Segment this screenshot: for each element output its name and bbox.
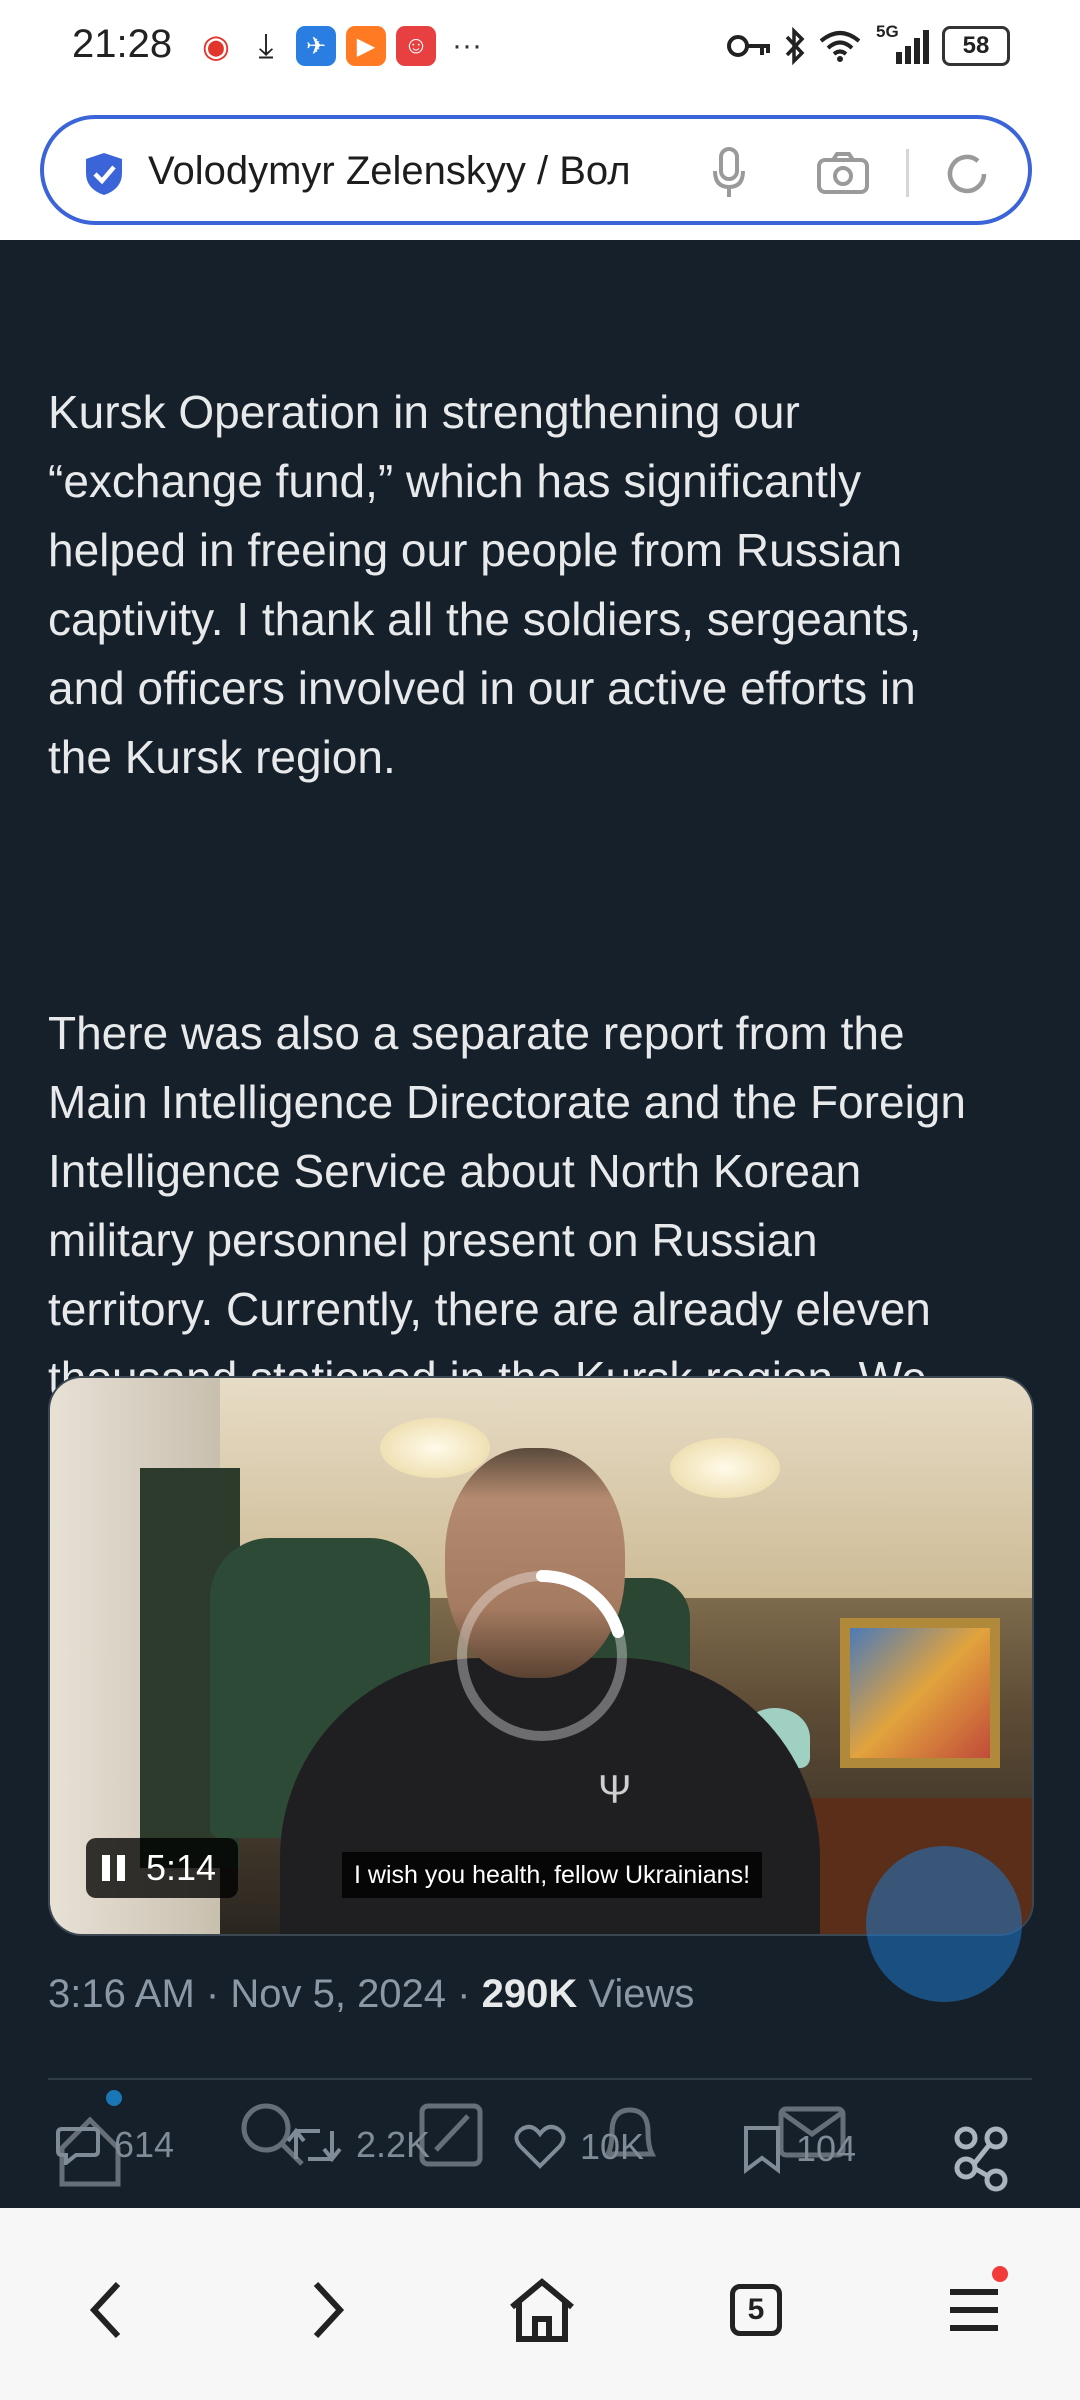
news-app-icon: ☺ xyxy=(396,26,436,66)
video-player[interactable]: Ψ 5:14 I wish you health, fellow Ukraini… xyxy=(48,1376,1034,1936)
browser-toolbar: Volodymyr Zelenskyy / Вол xyxy=(0,105,1080,240)
weibo-icon: ◉ xyxy=(196,26,236,66)
tweet-paragraph-1: Kursk Operation in strengthening our “ex… xyxy=(48,386,922,783)
page-title[interactable]: Volodymyr Zelenskyy / Вол xyxy=(148,149,718,199)
bookmark-count: 104 xyxy=(796,2128,857,2169)
heart-icon xyxy=(514,2124,566,2169)
tweet-date[interactable]: Nov 5, 2024 xyxy=(230,1972,446,2016)
chevron-left-icon xyxy=(89,2281,121,2339)
divider-line xyxy=(48,2078,1032,2080)
views-count: 290K xyxy=(481,1972,578,2016)
chevron-right-icon xyxy=(313,2281,345,2339)
share-button[interactable] xyxy=(950,2124,1020,2194)
tweet-time[interactable]: 3:16 AM xyxy=(48,1972,195,2016)
wifi-icon xyxy=(819,31,861,62)
more-notifications-icon: ··· xyxy=(452,29,482,62)
loading-spinner-icon xyxy=(457,1570,627,1741)
menu-button[interactable] xyxy=(934,2266,1014,2350)
notification-icons: ◉ ⤓ ✈ ▶ ☺ ··· xyxy=(196,26,482,66)
tabs-button[interactable]: 5 xyxy=(716,2270,796,2350)
video-subtitle: I wish you health, fellow Ukrainians! xyxy=(342,1852,763,1898)
tabs-count: 5 xyxy=(730,2284,782,2336)
download-icon: ⤓ xyxy=(246,26,286,66)
playback-control[interactable]: 5:14 xyxy=(86,1838,238,1898)
camera-icon[interactable] xyxy=(816,151,870,195)
meta-separator: · xyxy=(457,1972,471,2016)
chandelier xyxy=(670,1438,780,1498)
status-time: 21:28 xyxy=(72,22,173,66)
status-bar: 21:28 ◉ ⤓ ✈ ▶ ☺ ··· 5G 58 xyxy=(0,0,1080,105)
video-duration: 5:14 xyxy=(146,1847,217,1888)
pause-icon[interactable] xyxy=(102,1855,126,1881)
repost-count: 2.2K xyxy=(356,2124,431,2165)
bird-app-icon: ✈ xyxy=(296,26,336,66)
hamburger-menu-icon xyxy=(950,2289,998,2331)
chandelier xyxy=(380,1418,490,1478)
bookmark-button[interactable]: 104 xyxy=(742,2124,856,2174)
like-count: 10K xyxy=(580,2126,645,2167)
microphone-icon[interactable] xyxy=(712,147,746,201)
views-label: Views xyxy=(588,1972,695,2016)
address-bar[interactable]: Volodymyr Zelenskyy / Вол xyxy=(40,115,1032,225)
home-icon xyxy=(510,2278,574,2342)
reply-icon xyxy=(56,2127,100,2165)
reload-icon[interactable] xyxy=(942,149,992,199)
vpn-key-icon xyxy=(727,35,770,57)
reply-button[interactable]: 614 xyxy=(56,2124,174,2166)
notification-dot xyxy=(992,2266,1008,2282)
ghost-badge xyxy=(106,2090,122,2106)
security-shield-icon xyxy=(86,153,122,195)
back-button[interactable] xyxy=(66,2270,146,2350)
video-painting xyxy=(840,1618,1000,1768)
like-button[interactable]: 10K xyxy=(514,2124,644,2170)
trident-emblem-icon: Ψ xyxy=(598,1768,632,1812)
signal-icon: 5G xyxy=(874,22,930,66)
tweet-meta: 3:16 AM · Nov 5, 2024 · 290K Views xyxy=(48,1972,694,2017)
browser-bottom-nav: 5 xyxy=(0,2208,1080,2400)
reply-count: 614 xyxy=(114,2124,175,2165)
share-icon xyxy=(954,2126,1008,2192)
bookmark-icon xyxy=(744,2126,780,2174)
repost-icon xyxy=(286,2127,342,2163)
system-icons: 5G 58 xyxy=(726,22,1010,66)
floating-compose-button[interactable] xyxy=(866,1846,1022,2002)
home-button[interactable] xyxy=(502,2270,582,2350)
bluetooth-icon xyxy=(785,27,805,65)
meta-separator: · xyxy=(205,1972,220,2016)
forward-button[interactable] xyxy=(288,2270,368,2350)
tweet-actions: 614 2.2K 10K 104 xyxy=(0,2090,1080,2210)
address-bar-divider xyxy=(906,149,909,197)
battery-icon: 58 xyxy=(942,26,1010,66)
repost-button[interactable]: 2.2K xyxy=(286,2124,430,2166)
video-app-icon: ▶ xyxy=(346,26,386,66)
